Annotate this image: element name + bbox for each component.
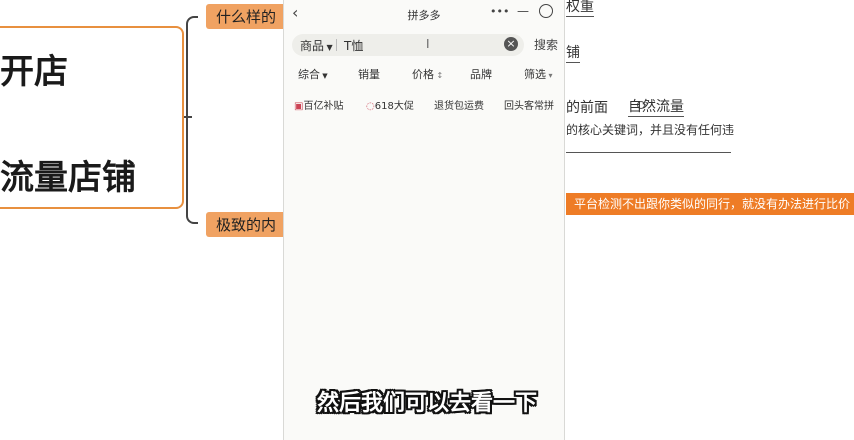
text-cursor-icon: I <box>426 37 430 51</box>
filter-price[interactable]: 价格 ↕ <box>412 66 443 82</box>
mindmap-center-line1: 开店 <box>0 52 68 92</box>
search-button[interactable]: 搜索 <box>534 36 558 53</box>
tag-618[interactable]: ◌618大促 <box>366 97 414 112</box>
search-category[interactable]: 商品 ▼ <box>300 37 333 54</box>
tag-repeat-buyer[interactable]: 回头客常拼 <box>504 97 554 112</box>
tag-free-return[interactable]: 退货包运费 <box>434 97 484 112</box>
phone-screen: ‹ 拼多多 ••• — 商品 ▼ T恤 I × 搜索 综合 ▼ 销量 价格 ↕ … <box>283 0 565 440</box>
mindmap-underline <box>566 152 731 153</box>
mindmap-right-natural: 自然流量 <box>628 96 684 117</box>
filter-sales[interactable]: 销量 <box>358 66 380 82</box>
mindmap-banner: 平台检测不出跟你类似的同行，就没有办法进行比价 <box>566 193 854 215</box>
search-input[interactable]: 商品 ▼ T恤 I × <box>292 34 524 56</box>
mindmap-center-line2: 流量店铺 <box>0 158 136 198</box>
filter-screen[interactable]: 筛选 ▾ <box>524 66 553 82</box>
minimize-icon[interactable]: — <box>517 4 529 18</box>
clear-icon[interactable]: × <box>504 37 518 51</box>
mindmap-right-front: 的前面 <box>566 100 608 116</box>
mindmap-right-store: 铺 <box>566 42 580 63</box>
mindmap-connector-stub <box>184 116 192 118</box>
phone-topbar: ‹ 拼多多 ••• — <box>284 0 564 26</box>
search-value: T恤 <box>344 39 364 53</box>
tag-subsidy[interactable]: ▣百亿补贴 <box>294 97 343 112</box>
mindmap-connector <box>186 16 198 224</box>
mindmap-branch-bottom[interactable]: 极致的内 <box>206 212 287 237</box>
filter-comprehensive[interactable]: 综合 ▼ <box>298 66 328 82</box>
mindmap-right-top: 权重 <box>566 0 594 17</box>
mindmap-branch-top[interactable]: 什么样的 <box>206 4 287 29</box>
close-circle-icon[interactable] <box>539 4 553 18</box>
search-divider <box>336 39 337 51</box>
more-icon[interactable]: ••• <box>490 5 509 18</box>
filter-brand[interactable]: 品牌 <box>470 66 492 82</box>
video-subtitle: 然后我们可以去看一下 <box>316 391 537 416</box>
sale-icon: ◌ <box>366 101 375 112</box>
mindmap-right-keyword: 的核心关键词，并且没有任何违 <box>566 123 735 137</box>
